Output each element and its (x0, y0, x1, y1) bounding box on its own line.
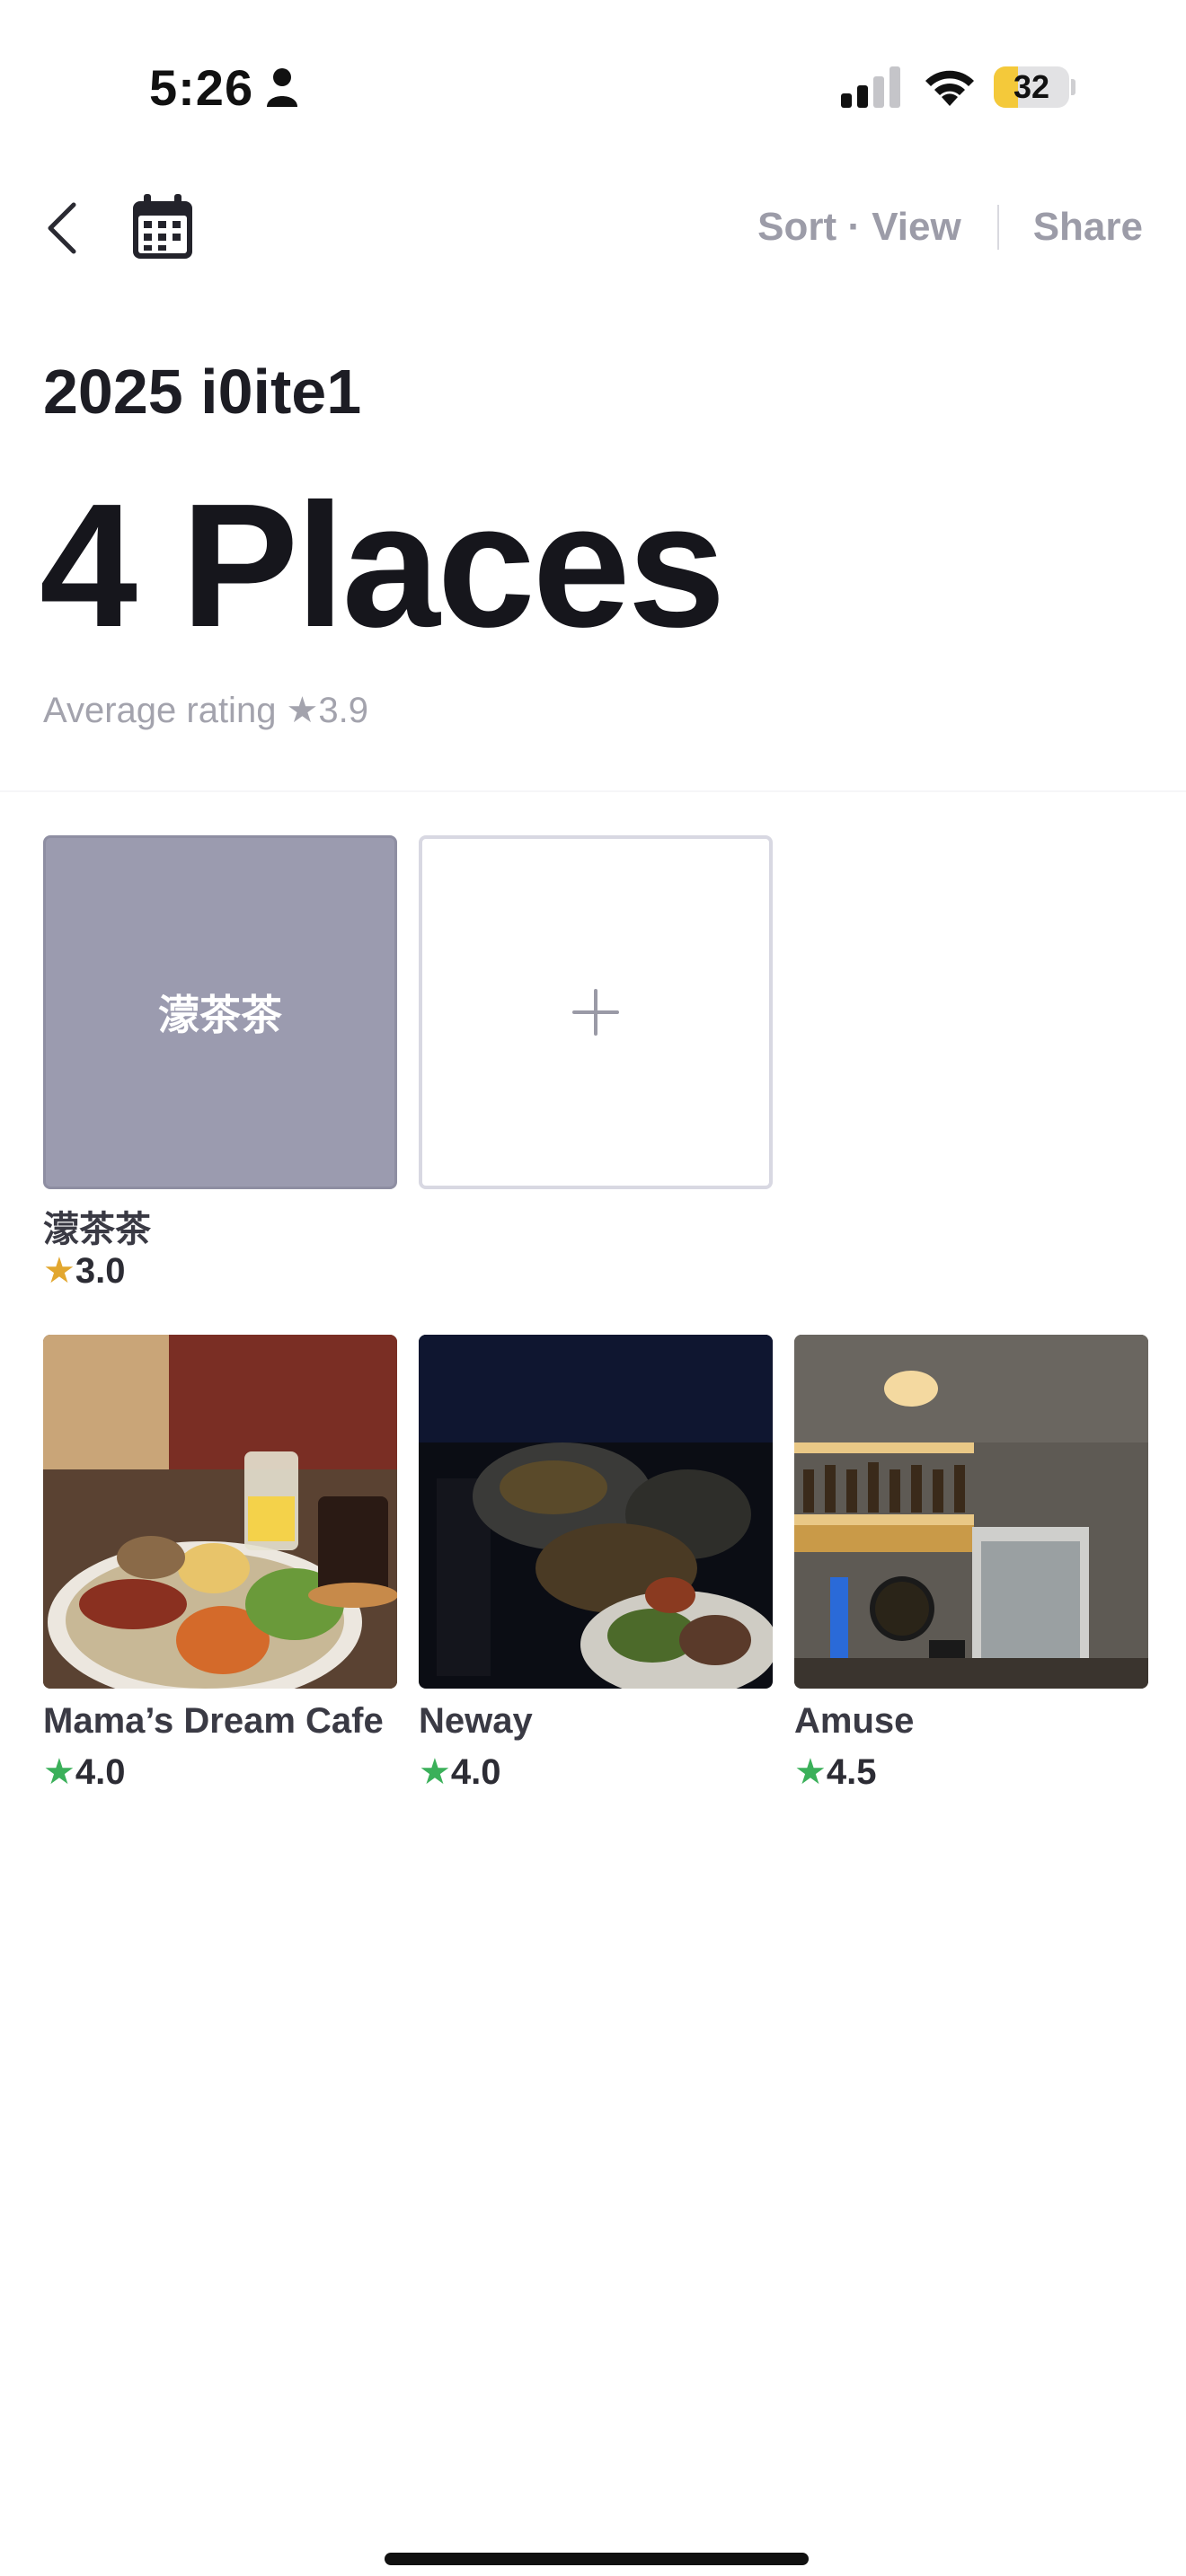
status-time: 5:26 (149, 59, 254, 116)
place-name[interactable]: Neway (419, 1701, 533, 1742)
place-rating: ★4.0 (419, 1752, 501, 1792)
nav-divider (996, 205, 999, 250)
place-rating: ★4.5 (794, 1752, 877, 1792)
back-button[interactable] (36, 192, 90, 264)
place-photo-neway[interactable] (419, 1335, 773, 1689)
place-thumbnail-text[interactable]: 濛茶茶 (43, 835, 397, 1189)
star-icon: ★ (43, 1752, 75, 1792)
place-name[interactable]: Mama’s Dream Cafe (43, 1701, 384, 1742)
place-photo-mamas-dream-cafe[interactable] (43, 1335, 397, 1689)
place-name[interactable]: Amuse (794, 1701, 914, 1742)
place-name[interactable]: 濛茶茶 (43, 1200, 151, 1252)
place-photo-amuse[interactable] (794, 1335, 1148, 1689)
home-indicator[interactable] (385, 2553, 809, 2565)
wifi-icon (922, 65, 978, 108)
calendar-icon (133, 194, 192, 259)
battery-icon: 32 (994, 66, 1075, 108)
place-rating: ★3.0 (43, 1251, 126, 1291)
signal-icon (841, 66, 902, 108)
battery-level: 32 (1013, 68, 1050, 105)
average-rating: Average rating ★3.9 (43, 691, 369, 730)
add-place-button[interactable] (419, 835, 773, 1189)
page-title: 4 Places (40, 467, 726, 664)
star-icon: ★ (794, 1752, 827, 1792)
place-rating: ★4.0 (43, 1752, 126, 1792)
plus-icon (572, 989, 619, 1036)
place-thumbnail-label: 濛茶茶 (158, 992, 282, 1038)
share-button[interactable]: Share (1033, 205, 1143, 250)
section-divider (0, 790, 1186, 792)
calendar-button[interactable] (131, 194, 194, 260)
chevron-left-icon (48, 202, 76, 254)
star-icon: ★ (43, 1251, 75, 1291)
sort-view-button[interactable]: Sort · View (757, 205, 961, 250)
person-icon (266, 67, 298, 107)
nav-actions: Sort · View Share (757, 196, 1143, 259)
star-icon: ★ (419, 1752, 451, 1792)
collection-subtitle: 2025 i0ite1 (43, 357, 362, 427)
